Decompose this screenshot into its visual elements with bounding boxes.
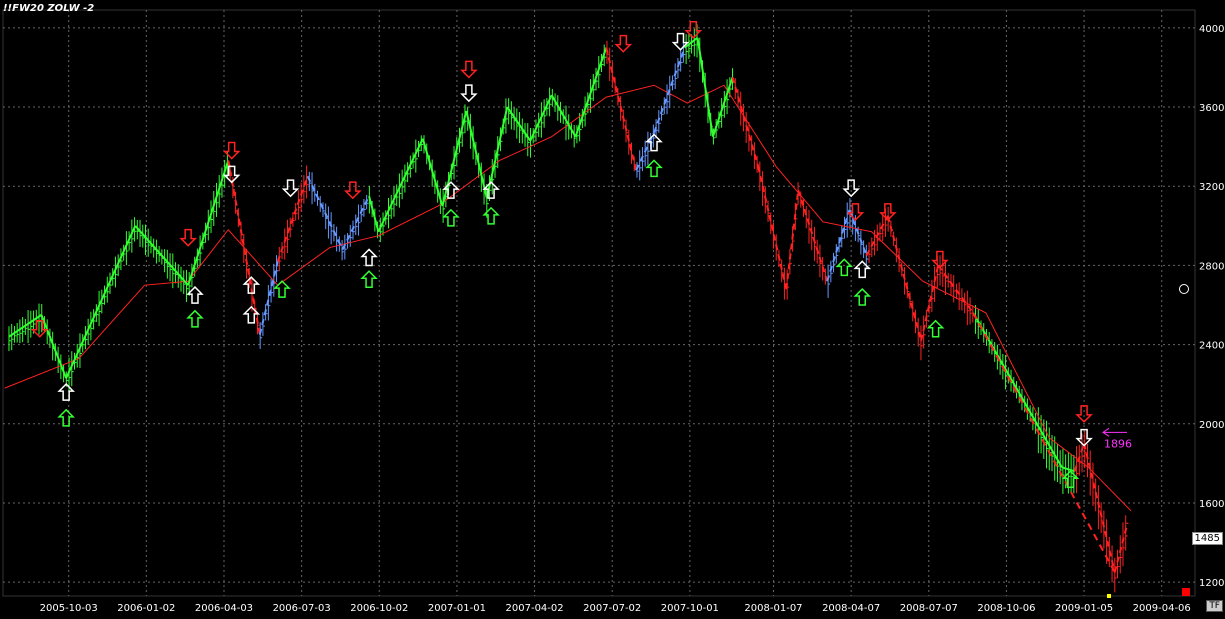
zigzag-segment (187, 160, 230, 286)
arrow-down-icon (1075, 428, 1093, 447)
arrow-down-icon (222, 141, 241, 160)
x-tick-label: 2007-04-02 (506, 603, 564, 614)
arrow-down-icon (460, 84, 478, 103)
chart-title: !!FW20 ZOLW -2 (3, 3, 95, 14)
timeframe-button[interactable]: TF (1206, 600, 1223, 612)
zigzag-segment (653, 47, 686, 134)
y-tick-label: 2400 (1199, 341, 1224, 352)
x-tick-label: 2005-10-03 (40, 603, 98, 614)
x-tick-label: 2007-07-02 (583, 603, 641, 614)
zigzag-segment (134, 225, 189, 286)
y-tick-label: 3200 (1199, 182, 1224, 193)
x-tick-label: 2008-10-06 (977, 603, 1035, 614)
arrow-down-icon (344, 181, 362, 200)
red-marker-icon (1182, 588, 1190, 596)
arrow-down-icon (842, 179, 860, 198)
zigzag-segment (1083, 443, 1116, 573)
last-value-label: 1485 (1191, 532, 1223, 545)
arrow-up-icon (186, 309, 204, 328)
chart-canvas[interactable]: 1200 1600 2000 2400 2800 3200 3600 4000 2005-10-… (0, 0, 1225, 619)
scroll-marker-icon[interactable] (1179, 284, 1189, 294)
zigzag-segment (368, 195, 380, 232)
x-tick-label: 2009-04-06 (1133, 603, 1191, 614)
x-tick-label: 2006-07-03 (273, 603, 331, 614)
zigzag-segment (797, 189, 829, 282)
zigzag-segment (550, 94, 577, 138)
zigzag-segment (421, 138, 444, 207)
arrow-up-icon (273, 280, 291, 298)
y-tick-label: 3600 (1199, 103, 1224, 114)
x-tick-label: 2006-01-02 (117, 603, 175, 614)
arrow-up-icon (360, 248, 378, 267)
arrow-down-icon (281, 179, 300, 198)
arrow-up-icon (926, 319, 945, 338)
arrow-up-icon (186, 286, 204, 304)
arrow-up-icon (853, 288, 872, 306)
zigzag-segment (826, 209, 851, 282)
arrow-up-icon (645, 159, 663, 178)
zigzag-segment (937, 264, 974, 314)
y-tick-label: 1600 (1199, 499, 1224, 510)
zigzag-segment (377, 138, 424, 233)
arrow-down-icon (460, 60, 478, 79)
y-tick-label: 4000 (1199, 24, 1224, 35)
zigzag-segment (485, 106, 509, 199)
y-tick-label: 2800 (1199, 261, 1224, 272)
x-tick-label: 2007-10-01 (661, 603, 719, 614)
arrow-up-icon (442, 208, 460, 227)
arrow-up-icon (853, 260, 872, 279)
y-tick-label: 2000 (1199, 420, 1224, 431)
zigzag-segment (886, 215, 923, 341)
zigzag-segment (276, 175, 309, 262)
x-tick-label: 2006-10-02 (350, 603, 408, 614)
arrow-up-icon (482, 206, 500, 225)
x-tick-label: 2008-07-07 (900, 603, 958, 614)
zigzag-segment (306, 175, 344, 250)
plot-area (2, 9, 1196, 597)
zigzag-segment (465, 110, 488, 199)
zigzag-segment (696, 37, 714, 137)
yellow-marker-icon (1107, 594, 1111, 598)
arrow-up-icon (360, 270, 378, 288)
zigzag-segment (574, 47, 608, 138)
x-tick-label: 2009-01-05 (1055, 603, 1113, 614)
x-tick-label: 2006-04-03 (195, 603, 253, 614)
arrow-up-icon (57, 408, 75, 427)
x-tick-label: 2008-01-07 (744, 603, 802, 614)
arrow-up-icon (835, 258, 854, 277)
y-tick-label: 1200 (1199, 578, 1224, 589)
arrow-down-icon (179, 228, 197, 247)
target-label: 1896 (1104, 437, 1132, 450)
zigzag-segment (65, 225, 137, 379)
x-tick-label: 2008-04-07 (822, 603, 880, 614)
x-tick-label: 2007-01-01 (428, 603, 486, 614)
zigzag-segment (506, 106, 532, 142)
arrow-down-icon (1075, 405, 1093, 423)
arrow-down-icon (614, 34, 633, 53)
zigzag-segment (920, 265, 940, 341)
